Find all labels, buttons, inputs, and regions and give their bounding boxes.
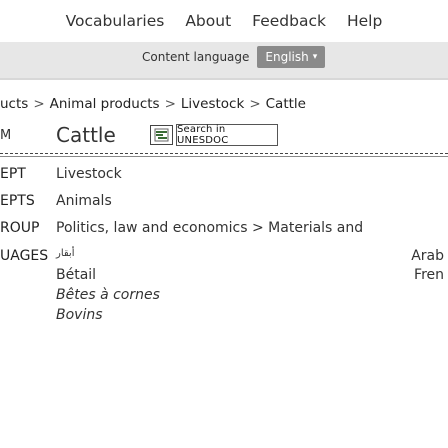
page-title: Cattle: [56, 123, 116, 147]
nav-help[interactable]: Help: [347, 12, 382, 30]
side-label-term: M: [0, 128, 12, 143]
breadcrumb-item-livestock[interactable]: Livestock: [181, 96, 244, 112]
breadcrumb-separator: >: [249, 96, 261, 112]
term-header: M Cattle Search in UNESDOC: [0, 120, 448, 154]
row-label: EPT: [0, 166, 26, 182]
row-label: EPTS: [0, 193, 35, 209]
top-navigation: Vocabularies About Feedback Help: [0, 12, 448, 30]
breadcrumb: ucts > Animal products > Livestock > Cattle: [0, 96, 306, 112]
row-label: UAGES: [0, 248, 49, 264]
alternative-label: Bovins: [56, 307, 103, 323]
breadcrumb-separator: >: [33, 96, 45, 112]
chevron-down-icon: ▾: [312, 52, 318, 62]
language-selected-value: English: [265, 50, 309, 64]
breadcrumb-item-cattle: Cattle: [265, 96, 306, 112]
row-label: ROUP: [0, 220, 40, 236]
breadcrumb-item-animal-products[interactable]: Animal products: [50, 96, 160, 112]
section-divider: [0, 153, 448, 157]
nav-feedback[interactable]: Feedback: [252, 12, 326, 30]
content-language-group: Content language English ▾: [136, 46, 326, 68]
row-value-link[interactable]: Politics, law and economics > Materials …: [56, 220, 363, 236]
language-bar-top-edge: [0, 41, 448, 42]
database-icon[interactable]: [150, 125, 173, 145]
language-bar-bottom-edge: [0, 78, 448, 80]
translation-french: Bétail: [56, 267, 97, 283]
nav-vocabularies[interactable]: Vocabularies: [66, 12, 165, 30]
content-language-label: Content language: [142, 50, 250, 64]
breadcrumb-item-products[interactable]: ucts: [0, 96, 28, 112]
language-name: Arab: [411, 248, 444, 264]
language-name: Fren: [414, 267, 444, 283]
breadcrumb-separator: >: [164, 96, 176, 112]
row-value-link[interactable]: Livestock: [56, 166, 122, 182]
nav-about[interactable]: About: [185, 12, 231, 30]
translation-arabic: أبقار: [56, 248, 75, 259]
row-value-link[interactable]: Animals: [56, 193, 112, 209]
language-select[interactable]: English ▾: [257, 46, 326, 68]
language-bar: Content language English ▾: [0, 41, 448, 80]
search-in-unesdoc-link[interactable]: Search in UNESDOC: [176, 124, 278, 146]
alternative-label: Bêtes à cornes: [56, 287, 160, 303]
